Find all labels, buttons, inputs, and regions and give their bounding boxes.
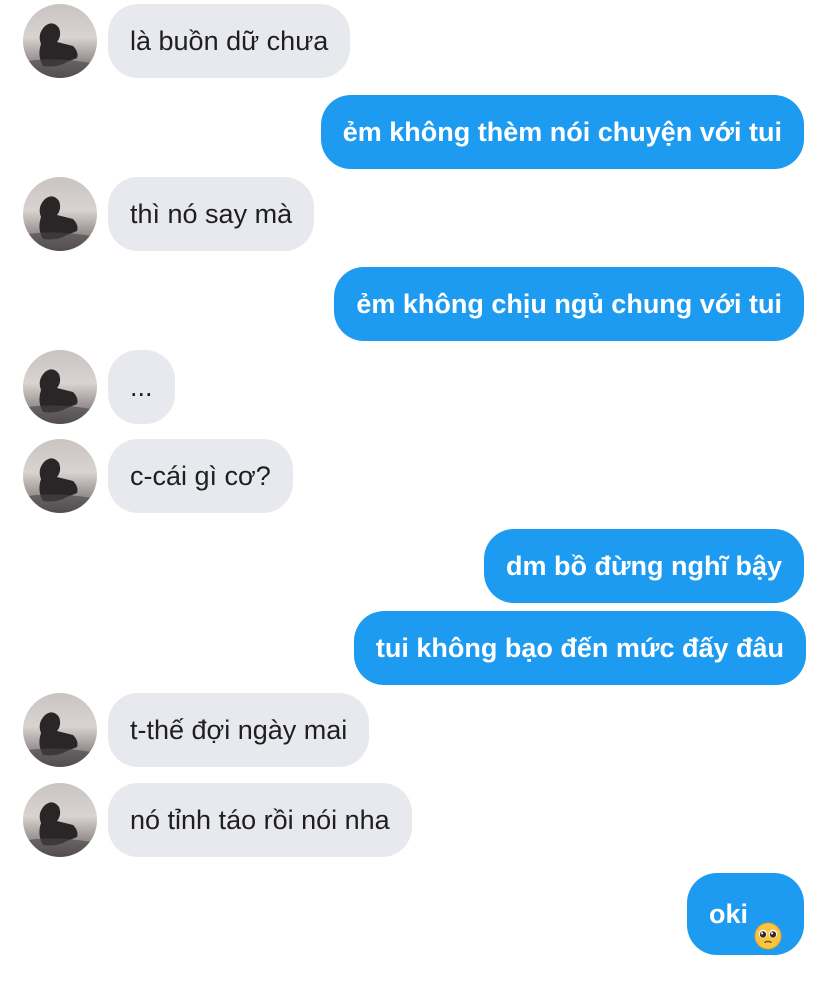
contact-avatar[interactable]	[23, 350, 97, 424]
message-bubble-incoming[interactable]: thì nó say mà	[108, 177, 315, 251]
message-bubble-outgoing[interactable]: ẻm không thèm nói chuyện với tui	[320, 95, 804, 169]
contact-avatar[interactable]	[23, 783, 97, 857]
message-bubble-incoming[interactable]: ...	[108, 350, 175, 424]
message-bubble-outgoing[interactable]: ẻm không chịu ngủ chung với tui	[334, 267, 804, 341]
message-bubble-incoming[interactable]: nó tỉnh táo rồi nói nha	[108, 783, 412, 857]
message-text: oki	[708, 899, 748, 929]
pleading-face-emoji-icon	[754, 900, 782, 950]
message-bubble-incoming[interactable]: t-thế đợi ngày mai	[108, 693, 370, 767]
contact-avatar[interactable]	[23, 693, 97, 767]
contact-avatar[interactable]	[23, 4, 97, 78]
message-bubble-outgoing[interactable]: tui không bạo đến mức đấy đâu	[353, 611, 806, 685]
contact-avatar[interactable]	[23, 177, 97, 251]
message-bubble-outgoing[interactable]: dm bồ đừng nghĩ bậy	[483, 529, 804, 603]
contact-avatar[interactable]	[23, 439, 97, 513]
message-bubble-incoming[interactable]: là buồn dữ chưa	[108, 4, 351, 78]
message-bubble-incoming[interactable]: c-cái gì cơ?	[108, 439, 293, 513]
chat-thread: là buồn dữ chưa ẻm không thèm nói chuyện…	[0, 0, 828, 973]
message-bubble-outgoing[interactable]: oki	[686, 873, 804, 955]
